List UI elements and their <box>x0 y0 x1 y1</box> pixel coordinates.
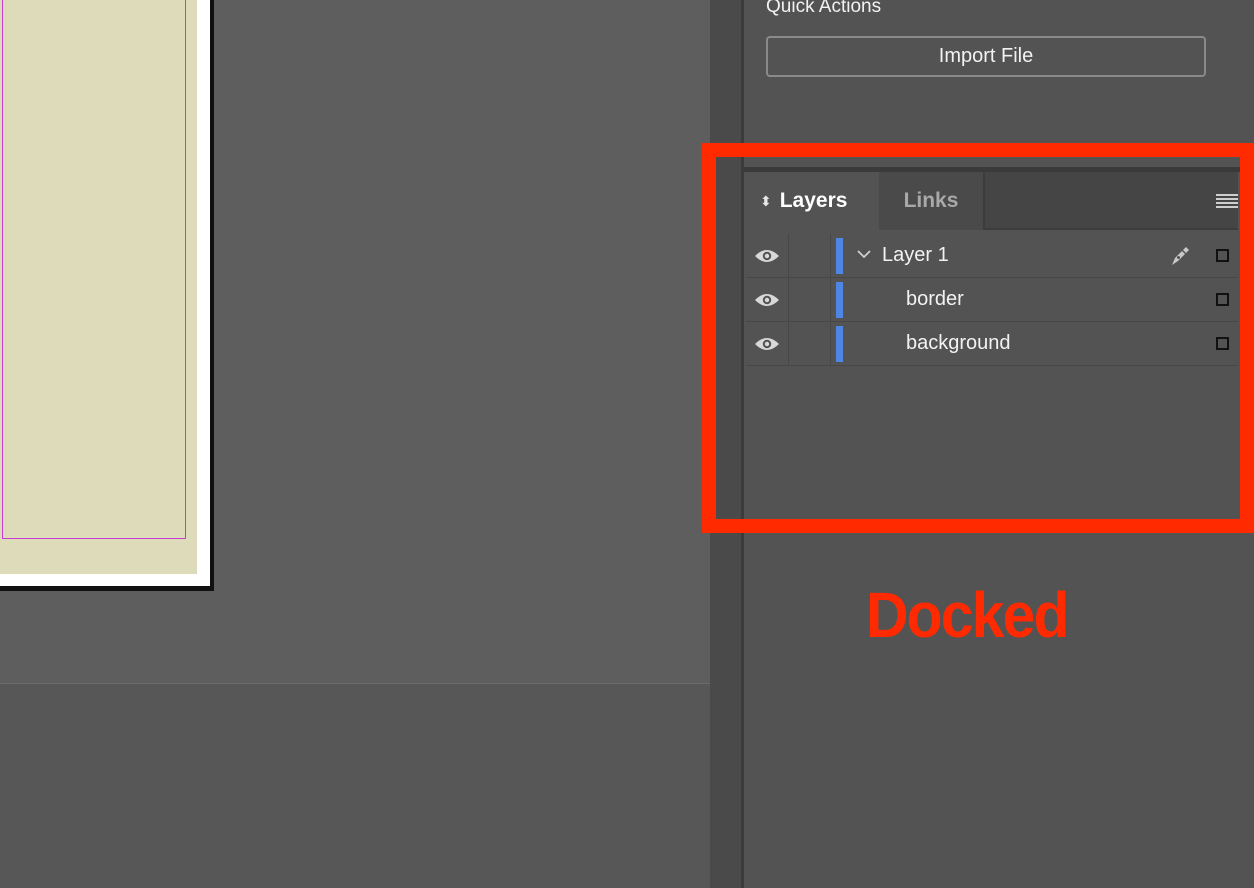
layer-color-swatch <box>836 326 843 362</box>
annotation-label: Docked <box>866 579 1069 651</box>
cell-divider <box>830 234 831 278</box>
app-window: Quick Actions Import File ⬍ Layers Links <box>0 0 1254 888</box>
layer-row[interactable]: background <box>746 322 1238 366</box>
visibility-eye-icon[interactable] <box>754 247 780 265</box>
layers-list: Layer 1 border background <box>746 234 1238 366</box>
document-page[interactable] <box>0 0 210 586</box>
lock-cell[interactable] <box>788 322 789 366</box>
selection-target-box[interactable] <box>1216 249 1229 262</box>
layer-color-swatch <box>836 238 843 274</box>
layer-name: Layer 1 <box>882 244 949 266</box>
tab-links[interactable]: Links <box>879 172 985 230</box>
selection-target-box[interactable] <box>1216 337 1229 350</box>
chevron-down-icon[interactable] <box>856 246 872 262</box>
sublayer-name: background <box>906 332 1011 354</box>
panel-menu-icon[interactable] <box>1216 194 1238 208</box>
layer-row[interactable]: Layer 1 <box>746 234 1238 278</box>
collapse-arrows-icon[interactable]: ⬍ <box>760 193 772 210</box>
page-margin-guide <box>2 0 186 539</box>
layer-row[interactable]: border <box>746 278 1238 322</box>
visibility-eye-icon[interactable] <box>754 335 780 353</box>
visibility-eye-icon[interactable] <box>754 291 780 309</box>
lower-pasteboard <box>0 683 710 888</box>
tab-layers-label: Layers <box>779 189 848 212</box>
cell-divider <box>830 322 831 366</box>
import-file-button[interactable]: Import File <box>766 36 1206 77</box>
dock-gutter <box>710 0 744 888</box>
sublayer-name: border <box>906 288 964 310</box>
layer-color-swatch <box>836 282 843 318</box>
tab-layers[interactable]: ⬍ Layers <box>746 172 879 230</box>
cell-divider <box>830 278 831 322</box>
lock-cell[interactable] <box>788 278 789 322</box>
selection-target-box[interactable] <box>1216 293 1229 306</box>
layers-panel: ⬍ Layers Links Layer 1 border background <box>746 172 1238 518</box>
tab-links-label: Links <box>903 189 959 212</box>
pen-nib-icon <box>1172 247 1189 265</box>
panel-tab-bar: ⬍ Layers Links <box>746 172 1238 230</box>
quick-actions-title: Quick Actions <box>766 0 882 17</box>
pasteboard[interactable] <box>0 0 710 683</box>
lock-cell[interactable] <box>788 234 789 278</box>
